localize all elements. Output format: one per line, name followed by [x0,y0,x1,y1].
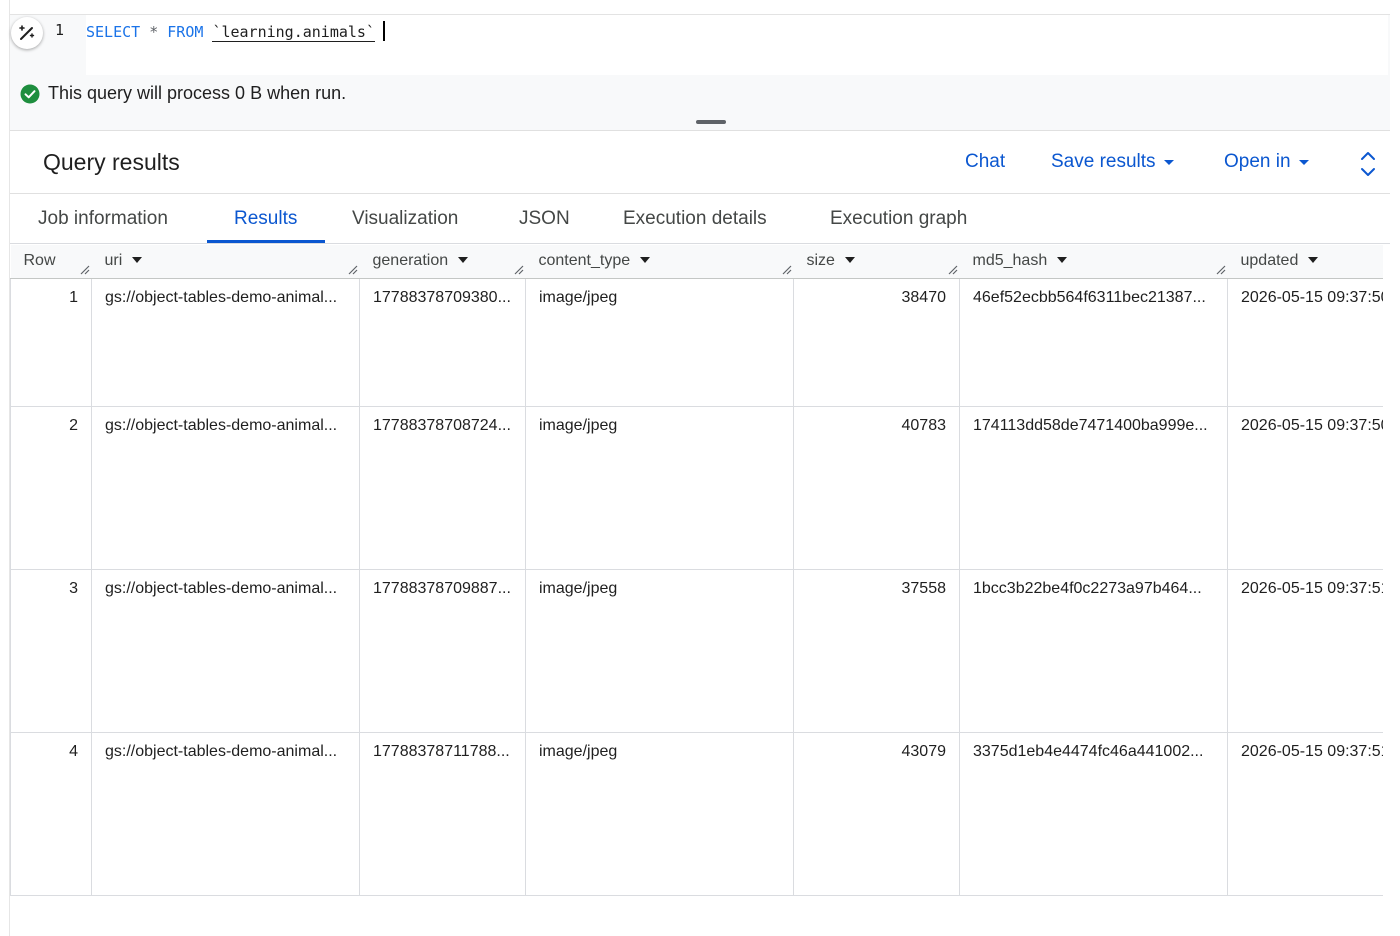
md5-hash-cell[interactable]: 3375d1eb4e4474fc46a441002... [959,732,1228,896]
table-row: 4 gs://object-tables-demo-animal... 1778… [10,732,1383,896]
size-cell[interactable]: 43079 [793,732,960,896]
column-header-label: updated [1240,252,1299,270]
results-tabs: Job information Results Visualization JS… [10,195,1390,244]
column-header-uri[interactable]: uri [91,245,360,279]
column-header-content-type[interactable]: content_type [525,245,794,279]
column-header-size[interactable]: size [793,245,960,279]
column-resize-icon[interactable] [80,265,90,275]
uri-cell[interactable]: gs://object-tables-demo-animal... [91,732,360,896]
table-row: 3 gs://object-tables-demo-animal... 1778… [10,569,1383,733]
column-resize-icon[interactable] [948,265,958,275]
size-cell[interactable]: 38470 [793,278,960,407]
generation-cell[interactable]: 17788378711788... [359,732,526,896]
sort-caret-icon[interactable] [132,257,143,264]
column-resize-icon[interactable] [514,265,524,275]
results-header: Query results Chat Save results Open in [10,130,1390,194]
line-number: 1 [55,21,65,39]
sort-caret-icon[interactable] [1308,257,1319,264]
content-type-cell[interactable]: image/jpeg [525,278,794,407]
sort-caret-icon[interactable] [844,257,855,264]
updated-cell[interactable]: 2026-05-15 09:37:50 [1227,406,1383,570]
validation-status: This query will process 0 B when run. [20,83,346,104]
updated-cell[interactable]: 2026-05-15 09:37:51 [1227,569,1383,733]
column-header-label: md5_hash [972,252,1048,270]
uri-cell[interactable]: gs://object-tables-demo-animal... [91,406,360,570]
md5-hash-cell[interactable]: 174113dd58de7471400ba999e... [959,406,1228,570]
results-title: Query results [43,149,180,175]
content-type-cell[interactable]: image/jpeg [525,406,794,570]
tab-execution-details[interactable]: Execution details [623,208,767,230]
table-reference[interactable]: `learning.animals` [212,23,375,42]
content-type-cell[interactable]: image/jpeg [525,569,794,733]
results-table: Row uri generation content_type size md5… [10,245,1383,897]
chat-label: Chat [965,151,1006,172]
size-cell[interactable]: 40783 [793,406,960,570]
md5-hash-cell[interactable]: 46ef52ecbb564f6311bec21387... [959,278,1228,407]
save-results-button[interactable]: Save results [1051,151,1174,173]
generation-cell[interactable]: 17788378708724... [359,406,526,570]
uri-cell[interactable]: gs://object-tables-demo-animal... [91,569,360,733]
column-header-label: uri [104,252,123,270]
magic-pen-icon [19,25,35,40]
tab-json[interactable]: JSON [519,208,570,230]
check-circle-icon [20,84,40,103]
column-resize-icon[interactable] [348,265,358,275]
sort-caret-icon[interactable] [1057,257,1068,264]
row-number-cell: 3 [10,569,92,733]
column-resize-icon[interactable] [1216,265,1226,275]
ai-assist-button[interactable] [11,17,43,49]
column-header-updated[interactable]: updated [1227,245,1383,279]
text-cursor [383,21,385,41]
resize-handle[interactable] [696,120,726,124]
caret-down-icon [1163,159,1174,165]
updated-cell[interactable]: 2026-05-15 09:37:51 [1227,732,1383,896]
chat-button[interactable]: Chat [965,151,1005,173]
sort-caret-icon[interactable] [458,257,469,264]
table-row: 2 gs://object-tables-demo-animal... 1778… [10,406,1383,570]
table-row: 1 gs://object-tables-demo-animal... 1778… [10,278,1383,407]
column-header-label: Row [23,252,56,270]
code-area[interactable]: SELECT * FROM `learning.animals` [86,15,1388,75]
open-in-label: Open in [1224,151,1291,172]
column-header-generation[interactable]: generation [359,245,526,279]
column-header-label: generation [372,252,449,270]
expand-collapse-icon[interactable] [1360,151,1376,177]
status-text: This query will process 0 B when run. [48,83,347,103]
row-number-cell: 4 [10,732,92,896]
table-header-row: Row uri generation content_type size md5… [10,245,1383,279]
keyword-from: FROM [167,23,204,41]
active-tab-indicator [207,240,325,243]
content-type-cell[interactable]: image/jpeg [525,732,794,896]
save-results-label: Save results [1051,151,1156,172]
tab-results[interactable]: Results [234,208,297,230]
updated-cell[interactable]: 2026-05-15 09:37:50 [1227,278,1383,407]
tab-visualization[interactable]: Visualization [352,208,458,230]
column-header-md5-hash[interactable]: md5_hash [959,245,1228,279]
md5-hash-cell[interactable]: 1bcc3b22be4f0c2273a97b464... [959,569,1228,733]
row-number-cell: 2 [10,406,92,570]
tab-job-information[interactable]: Job information [38,208,168,230]
row-number-cell: 1 [10,278,92,407]
generation-cell[interactable]: 17788378709380... [359,278,526,407]
caret-down-icon [1298,159,1309,165]
code-line: SELECT * FROM `learning.animals` [86,21,385,42]
column-header-row: Row [10,245,92,279]
sort-caret-icon[interactable] [640,257,651,264]
column-header-label: size [806,252,835,270]
sql-editor[interactable]: 1 SELECT * FROM `learning.animals` This … [10,14,1390,130]
open-in-button[interactable]: Open in [1224,151,1309,173]
generation-cell[interactable]: 17788378709887... [359,569,526,733]
size-cell[interactable]: 37558 [793,569,960,733]
keyword-select: SELECT [86,23,141,41]
tab-execution-graph[interactable]: Execution graph [830,208,967,230]
star-operator: * [149,23,159,41]
uri-cell[interactable]: gs://object-tables-demo-animal... [91,278,360,407]
column-resize-icon[interactable] [782,265,792,275]
column-header-label: content_type [538,252,631,270]
